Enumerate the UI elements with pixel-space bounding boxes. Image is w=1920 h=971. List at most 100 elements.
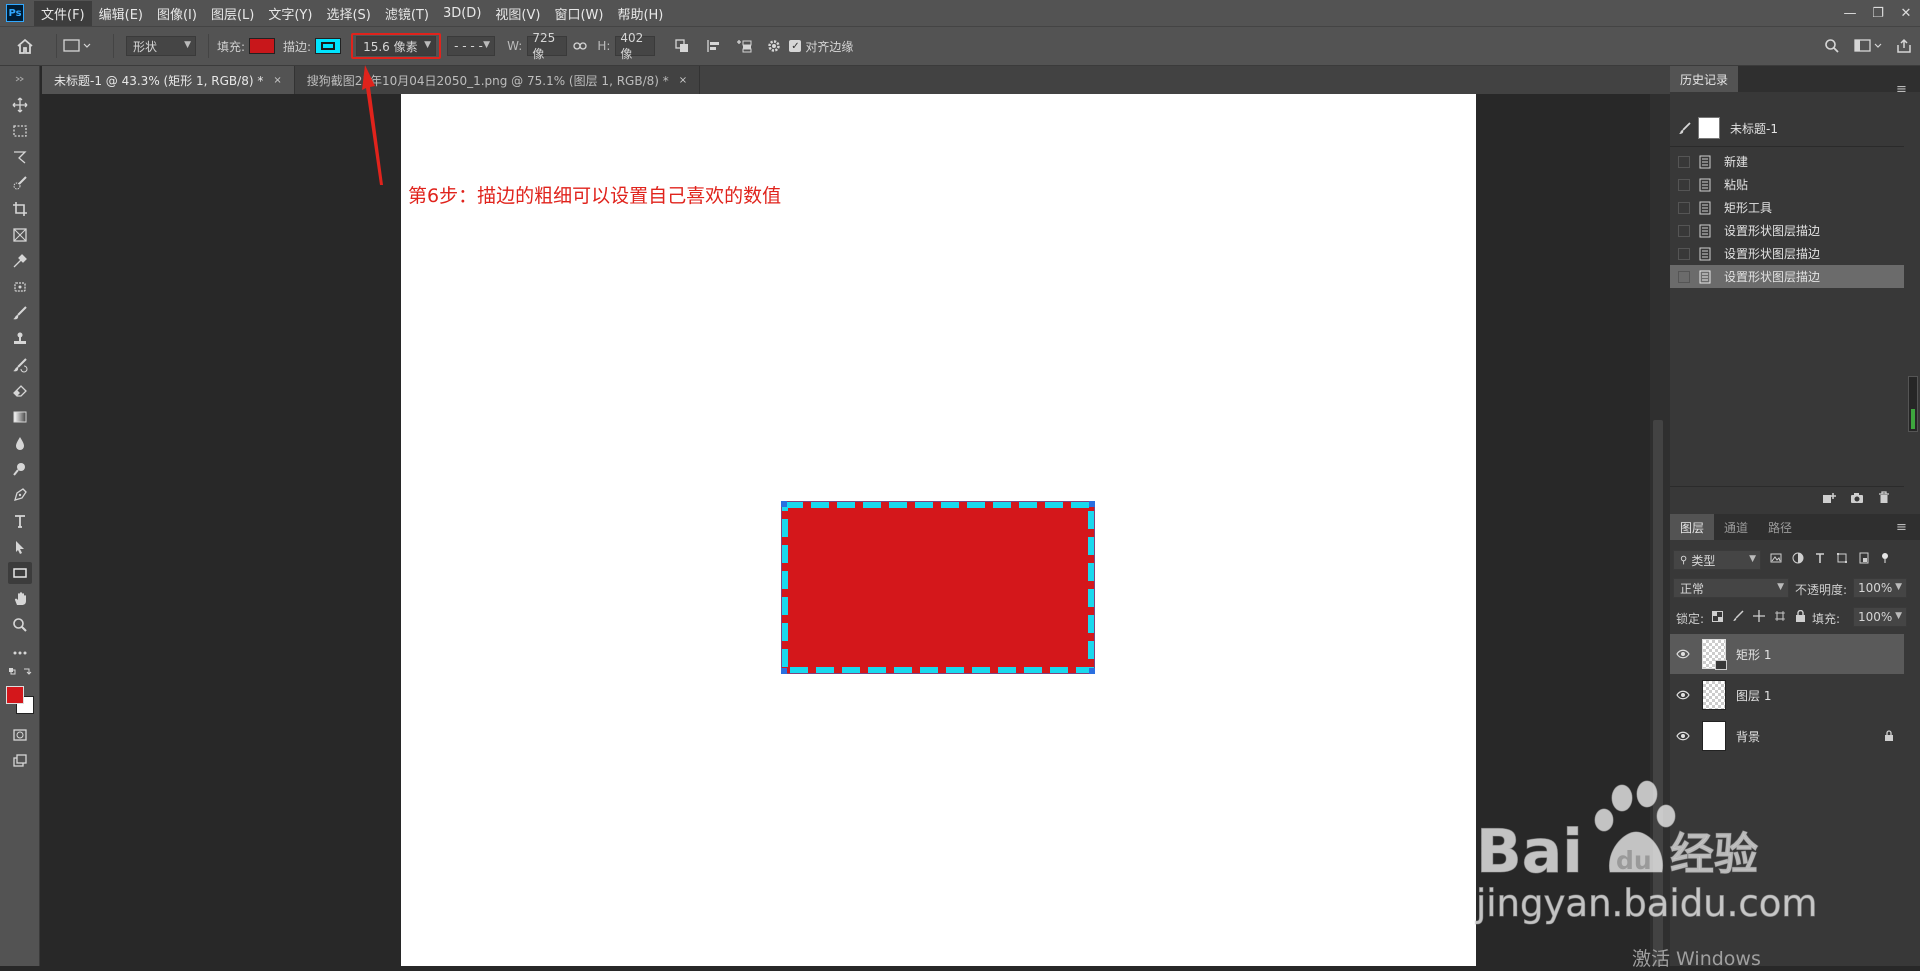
fill-input[interactable]: 100% ▼ xyxy=(1853,607,1907,627)
trash-icon[interactable] xyxy=(1878,491,1890,504)
search-icon[interactable] xyxy=(1824,38,1840,54)
rectangle-shape[interactable] xyxy=(781,501,1095,674)
gear-icon[interactable] xyxy=(759,26,789,66)
frame-tool-icon[interactable] xyxy=(8,224,32,246)
stroke-width-input[interactable]: 15.6 像素 ▼ xyxy=(356,36,437,56)
lock-image-pixels-icon[interactable] xyxy=(1732,610,1744,622)
healing-brush-tool-icon[interactable] xyxy=(8,276,32,298)
eye-icon[interactable] xyxy=(1670,690,1696,700)
layer-row-background[interactable]: 背景 xyxy=(1670,716,1904,756)
lock-position-icon[interactable] xyxy=(1753,610,1765,622)
brush-tool-icon[interactable] xyxy=(8,302,32,324)
menu-select[interactable]: 选择(S) xyxy=(319,1,377,26)
align-edges-checkbox[interactable]: ✓ 对齐边缘 xyxy=(789,26,853,66)
hand-tool-icon[interactable] xyxy=(8,588,32,610)
adjustment-layer-filter-icon[interactable] xyxy=(1792,552,1804,564)
menu-help[interactable]: 帮助(H) xyxy=(610,1,670,26)
lock-artboard-icon[interactable] xyxy=(1774,610,1786,622)
history-item[interactable]: 设置形状图层描边 xyxy=(1670,242,1904,265)
eraser-tool-icon[interactable] xyxy=(8,380,32,402)
eye-icon[interactable] xyxy=(1670,731,1696,741)
tab-paths[interactable]: 路径 xyxy=(1758,514,1802,540)
height-input[interactable]: 402 像 xyxy=(615,31,656,61)
tab-layers[interactable]: 图层 xyxy=(1670,514,1715,540)
menu-window[interactable]: 窗口(W) xyxy=(547,1,610,26)
stroke-color-swatch[interactable] xyxy=(315,38,342,54)
menu-filter[interactable]: 滤镜(T) xyxy=(378,1,436,26)
history-brush-tool-icon[interactable] xyxy=(8,354,32,376)
panel-menu-icon[interactable]: ≡ xyxy=(1896,82,1907,97)
foreground-color-swatch[interactable] xyxy=(6,686,24,704)
history-checkbox[interactable] xyxy=(1678,270,1690,283)
history-checkbox[interactable] xyxy=(1678,201,1690,214)
anchor-point-handle[interactable] xyxy=(1089,668,1095,674)
type-tool-icon[interactable] xyxy=(8,510,32,532)
menu-image[interactable]: 图像(I) xyxy=(150,1,204,26)
pixel-layer-filter-icon[interactable] xyxy=(1770,552,1782,564)
tab-history[interactable]: 历史记录 xyxy=(1670,66,1739,92)
history-snapshot[interactable]: 未标题-1 xyxy=(1670,116,1904,140)
shape-layer-filter-icon[interactable] xyxy=(1836,552,1848,564)
quick-selection-tool-icon[interactable] xyxy=(8,172,32,194)
menu-view[interactable]: 视图(V) xyxy=(488,1,547,26)
eyedropper-tool-icon[interactable] xyxy=(8,250,32,272)
panel-menu-icon[interactable]: ≡ xyxy=(1896,520,1907,535)
menu-edit[interactable]: 编辑(E) xyxy=(92,1,150,26)
blur-tool-icon[interactable] xyxy=(8,432,32,454)
zoom-tool-icon[interactable] xyxy=(8,614,32,636)
camera-icon[interactable] xyxy=(1850,492,1864,504)
screen-mode-icon[interactable] xyxy=(8,750,32,772)
stroke-style-select[interactable]: - - - - ▼ xyxy=(447,36,496,56)
path-alignment-icon[interactable] xyxy=(699,26,729,66)
gradient-tool-icon[interactable] xyxy=(8,406,32,428)
panel-collapse-icon[interactable] xyxy=(8,74,32,84)
path-operations-icon[interactable] xyxy=(665,26,699,66)
menu-type[interactable]: 文字(Y) xyxy=(261,1,319,26)
filter-toggle-icon[interactable] xyxy=(1880,552,1890,564)
tab-channels[interactable]: 通道 xyxy=(1714,514,1758,540)
stamp-tool-icon[interactable] xyxy=(8,328,32,350)
eye-icon[interactable] xyxy=(1670,649,1696,659)
history-item[interactable]: 矩形工具 xyxy=(1670,196,1904,219)
path-arrangement-icon[interactable] xyxy=(729,26,759,66)
workspace-icon[interactable] xyxy=(1854,39,1882,53)
history-checkbox[interactable] xyxy=(1678,178,1690,191)
width-input[interactable]: 725 像 xyxy=(527,31,568,61)
lasso-tool-icon[interactable] xyxy=(8,146,32,168)
color-swatches[interactable] xyxy=(6,686,36,716)
history-item-current[interactable]: 设置形状图层描边 xyxy=(1670,265,1904,288)
pen-tool-icon[interactable] xyxy=(8,484,32,506)
close-icon[interactable]: × xyxy=(273,75,281,86)
history-item[interactable]: 粘贴 xyxy=(1670,173,1904,196)
history-checkbox[interactable] xyxy=(1678,155,1690,168)
dodge-tool-icon[interactable] xyxy=(8,458,32,480)
path-selection-tool-icon[interactable] xyxy=(8,536,32,558)
link-icon[interactable] xyxy=(567,26,593,66)
anchor-point-handle[interactable] xyxy=(781,501,787,507)
tool-preset-picker[interactable] xyxy=(63,26,107,66)
menu-3d[interactable]: 3D(D) xyxy=(436,3,488,24)
move-tool-icon[interactable] xyxy=(8,94,32,116)
home-icon[interactable] xyxy=(0,26,50,66)
tab-document-1[interactable]: 未标题-1 @ 43.3% (矩形 1, RGB/8) * × xyxy=(42,66,295,94)
smart-object-filter-icon[interactable] xyxy=(1858,552,1870,564)
layer-filter-select[interactable]: ⚲ 类型 ▼ xyxy=(1673,550,1761,570)
fill-color-swatch[interactable] xyxy=(249,38,276,54)
lock-all-icon[interactable] xyxy=(1795,610,1806,622)
close-icon[interactable]: × xyxy=(679,75,687,86)
side-scroll-indicator[interactable] xyxy=(1908,376,1918,432)
crop-tool-icon[interactable] xyxy=(8,198,32,220)
anchor-point-handle[interactable] xyxy=(781,668,787,674)
rectangle-tool-icon[interactable] xyxy=(8,562,32,584)
swap-colors-icon[interactable] xyxy=(8,666,32,678)
restore-button[interactable]: ❐ xyxy=(1864,0,1892,26)
blend-mode-select[interactable]: 正常 ▼ xyxy=(1673,578,1789,598)
type-layer-filter-icon[interactable] xyxy=(1814,552,1826,564)
marquee-tool-icon[interactable] xyxy=(8,120,32,142)
lock-transparent-pixels-icon[interactable] xyxy=(1712,610,1723,622)
quick-mask-icon[interactable] xyxy=(8,724,32,746)
layer-row-rectangle[interactable]: 矩形 1 xyxy=(1670,634,1904,674)
history-checkbox[interactable] xyxy=(1678,224,1690,237)
opacity-input[interactable]: 100% ▼ xyxy=(1853,578,1907,598)
menu-layer[interactable]: 图层(L) xyxy=(204,1,261,26)
